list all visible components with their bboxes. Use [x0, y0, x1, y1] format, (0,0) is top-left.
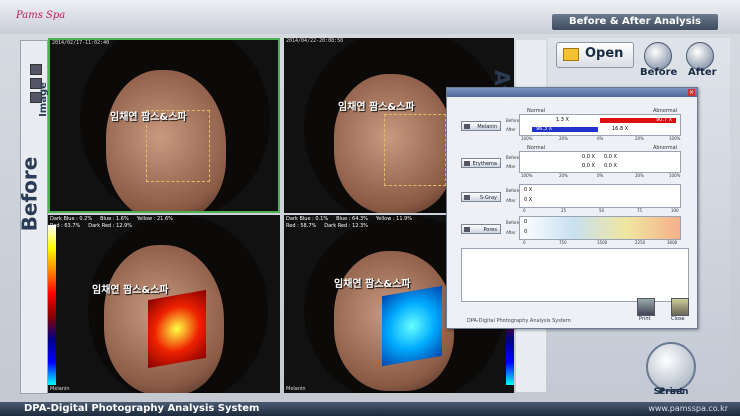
image-icon[interactable] [30, 64, 42, 75]
top-bar: Pams Spa Before & After Analysis [0, 0, 740, 34]
sgray-button[interactable]: S-Gray [461, 192, 501, 202]
before-label-wrap: Before [17, 130, 46, 232]
sgray-chart: Before After 0 X 0 X [506, 184, 681, 208]
photo-watermark: 임채연 팜스&스파 [92, 285, 169, 296]
panel-caption: Melanin [50, 386, 70, 392]
app-logo: Pams Spa [16, 10, 66, 21]
before-label: Before [17, 156, 42, 232]
melanin-overlay [148, 289, 206, 369]
dialog-footer: DPA-Digital Photography Analysis System [467, 318, 571, 324]
sgray-icon [464, 195, 470, 200]
panel-caption: Melanin [286, 386, 306, 392]
print-label: Print [639, 316, 651, 322]
print-icon[interactable] [637, 298, 655, 316]
pores-chart: Before After 0 0 [506, 216, 681, 240]
photo-watermark: 임채연 팜스&스파 [338, 102, 415, 113]
photo-watermark: 임채연 팜스&스파 [110, 112, 187, 123]
footer-title: DPA-Digital Photography Analysis System [24, 403, 260, 414]
erythema-button[interactable]: Erythema [461, 158, 501, 168]
before-button[interactable] [644, 42, 672, 70]
erythema-chart: Before After 0.0 X 0.0 X 0.0 X 0.0 X [506, 151, 681, 173]
photo-watermark: 임채연 팜스&스파 [334, 279, 411, 290]
analysis-stats: Dark Blue : 0.1% Blue : 64.3% Yellow : 11.… [286, 216, 413, 229]
melanin-icon [464, 124, 470, 129]
screen-print-button[interactable]: Screen Print [646, 342, 696, 397]
photo-timestamp: 2014/04/22-20:08:50 [286, 38, 344, 44]
analysis-dialog: × Melanin Normal Abnormal Before After 1… [446, 87, 698, 329]
page-title: Before & After Analysis [552, 14, 718, 30]
dialog-titlebar: × [447, 88, 697, 97]
photo-timestamp: 2014/02/17-11:02:40 [52, 40, 110, 46]
close-label: Close [671, 316, 685, 322]
open-button[interactable]: Open [556, 42, 634, 68]
footer-bar: DPA-Digital Photography Analysis System … [0, 402, 740, 416]
folder-icon [563, 48, 579, 61]
melanin-chart: Before After 1.3 X 90.7 X 96.3 X 16.8 X [506, 114, 681, 136]
color-scale [48, 225, 56, 385]
dialog-close-icon[interactable]: × [688, 89, 695, 96]
melanin-button[interactable]: Melanin [461, 121, 501, 131]
roi-outline [384, 114, 446, 186]
footer-url: www.pamsspa.co.kr [648, 404, 728, 413]
after-button-label: After [688, 67, 717, 78]
analysis-stats: Dark Blue : 0.2% Blue : 1.6% Yellow : 21.6… [50, 216, 173, 229]
melanin-overlay [382, 285, 442, 367]
pores-icon [464, 227, 470, 232]
before-button-label: Before [640, 67, 678, 78]
before-photo-panel[interactable]: 2014/02/17-11:02:40 임채연 팜스&스파 [48, 38, 280, 213]
notes-area[interactable] [461, 248, 689, 302]
close-icon[interactable] [671, 298, 689, 316]
erythema-icon [464, 161, 470, 166]
pores-button[interactable]: Pores [461, 224, 501, 234]
after-button[interactable] [686, 42, 714, 70]
before-analysis-panel[interactable]: Dark Blue : 0.2% Blue : 1.6% Yellow : 21.6… [48, 215, 280, 393]
